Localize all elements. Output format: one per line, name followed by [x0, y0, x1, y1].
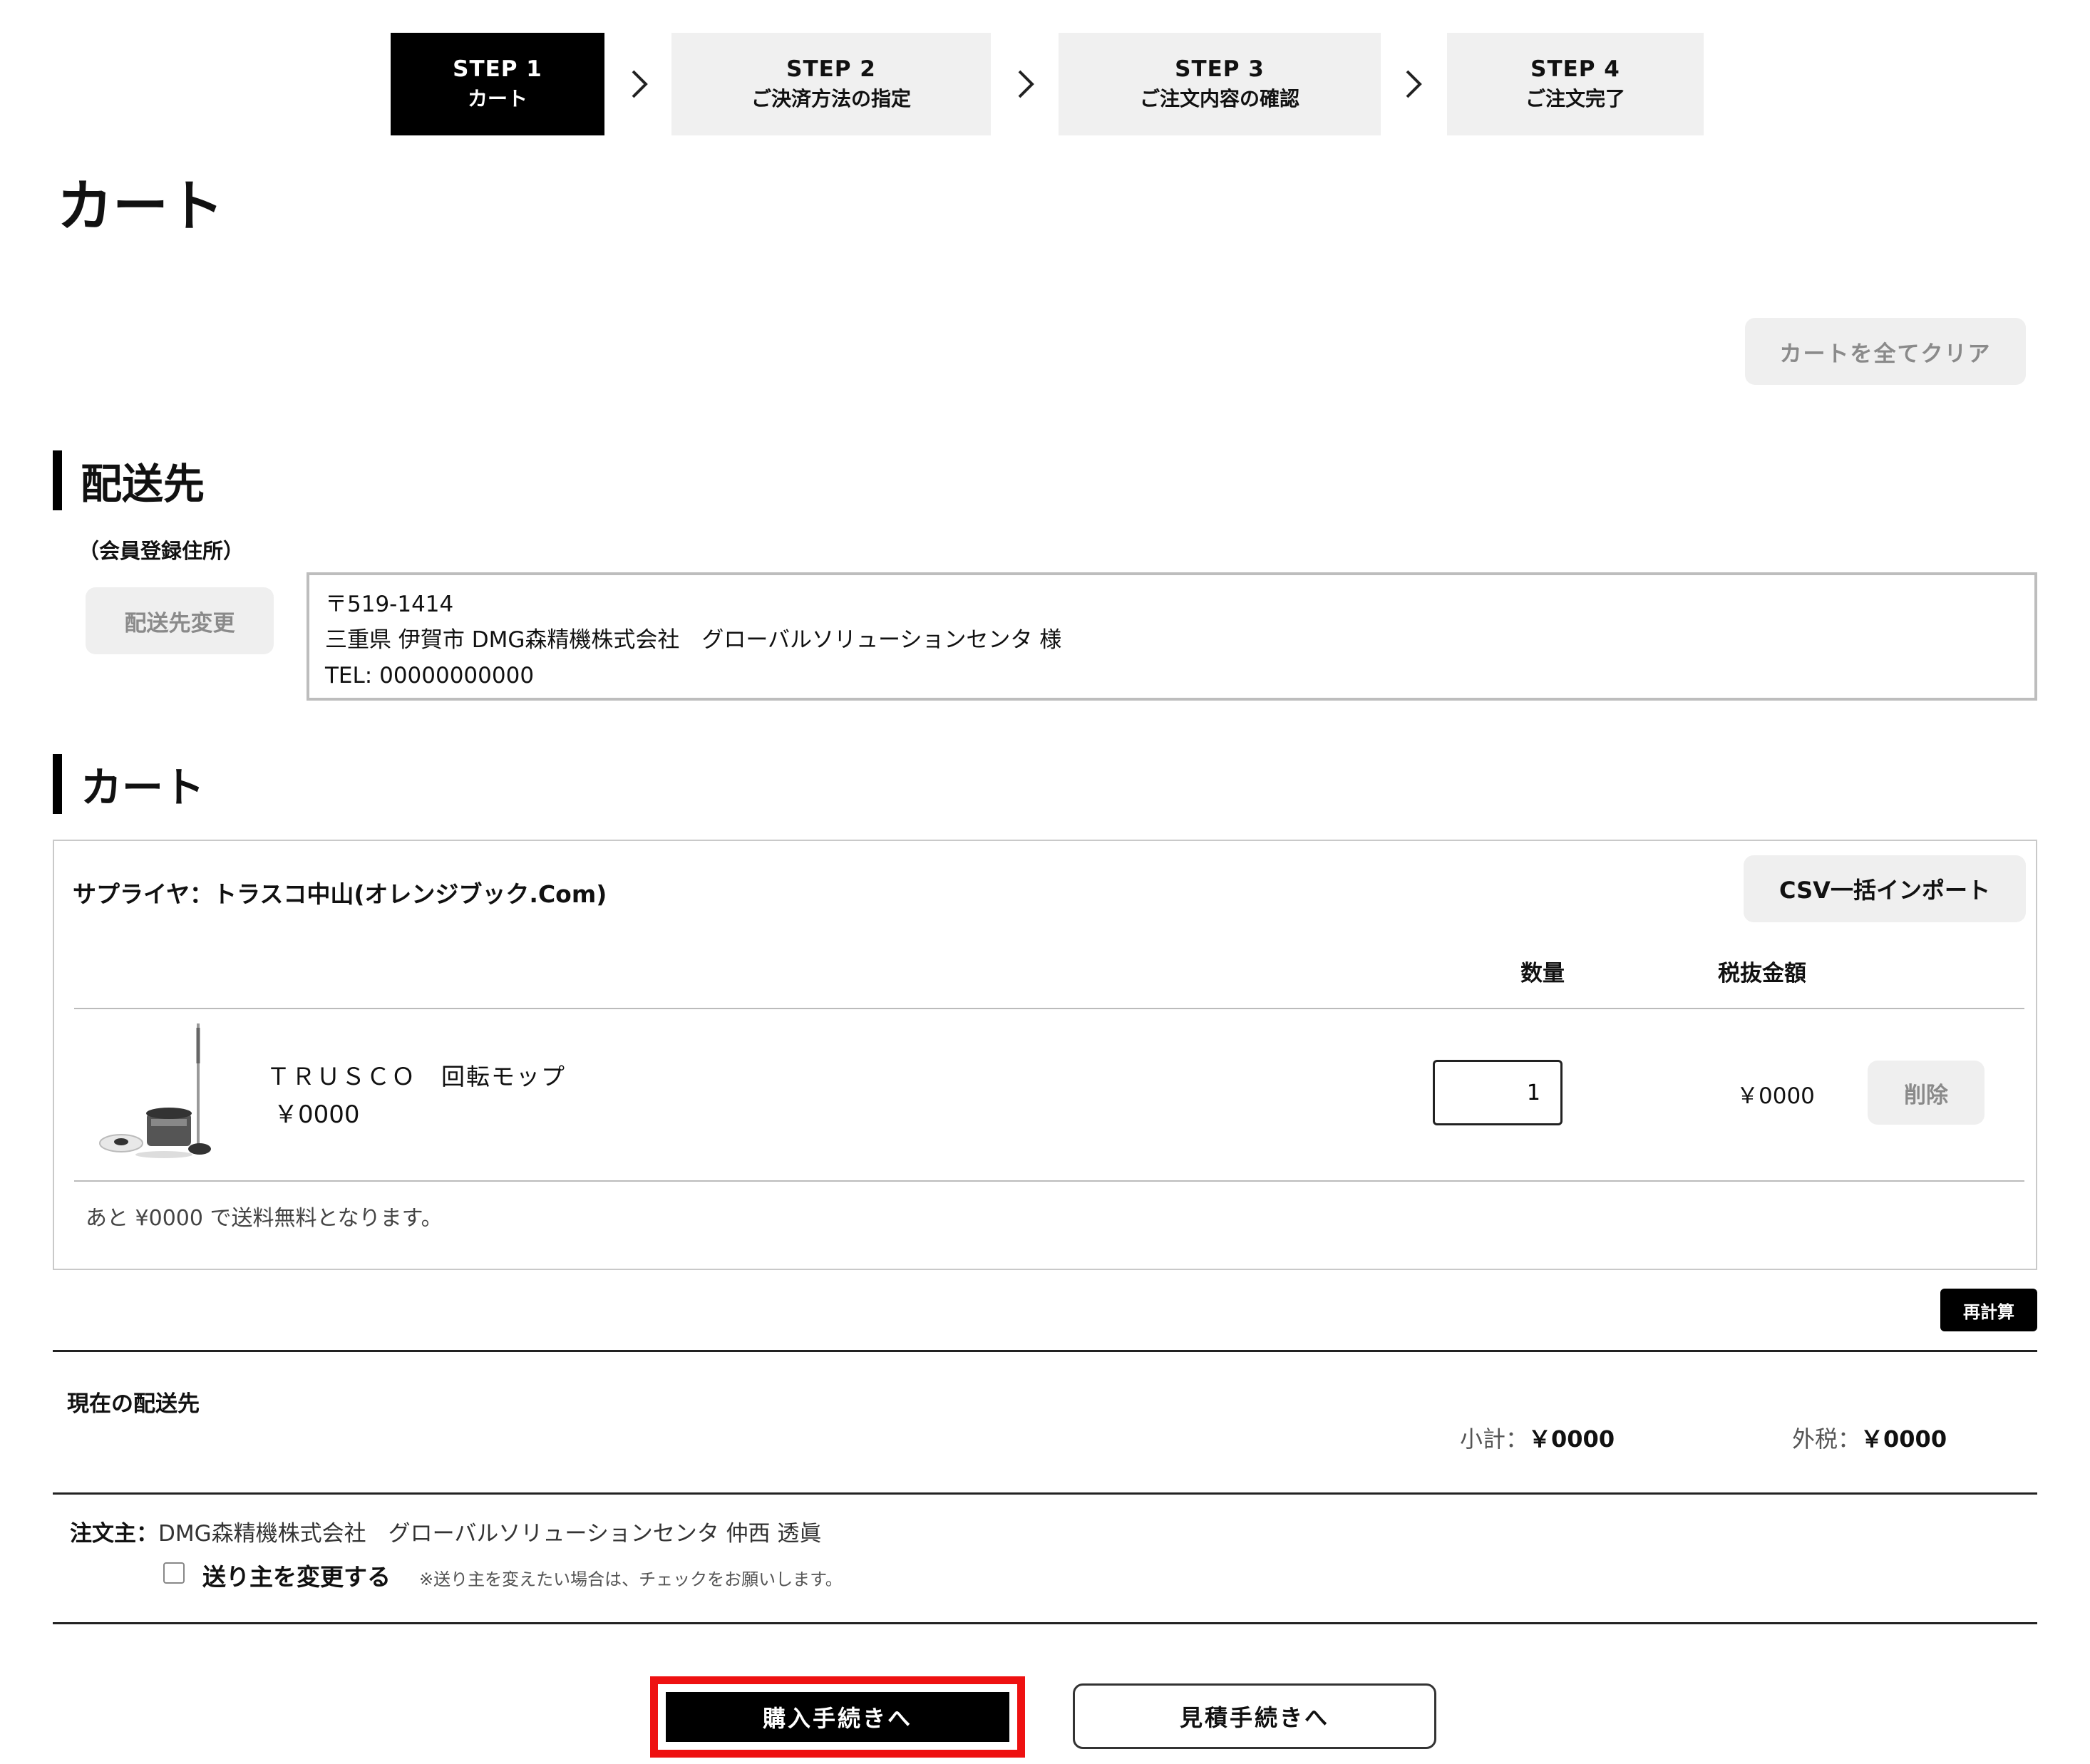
- step-3-label: STEP 3: [1175, 56, 1265, 82]
- delete-item-button[interactable]: 削除: [1868, 1061, 1985, 1125]
- step-2: STEP 2 ご決済方法の指定: [671, 33, 991, 135]
- current-shipping-label: 現在の配送先: [67, 1391, 200, 1417]
- orderer-label: 注文主：: [70, 1521, 158, 1547]
- summary-divider-bottom: [53, 1492, 2037, 1495]
- supplier-label: サプライヤ：トラスコ中山(オレンジブック.Com): [73, 880, 607, 908]
- shipping-section-title: 配送先: [81, 460, 205, 508]
- cart-header-divider: [74, 1008, 2024, 1009]
- line-total: ￥0000: [1736, 1083, 1815, 1109]
- page-title: カート: [57, 175, 225, 239]
- cart-row-divider: [74, 1180, 2024, 1182]
- section-bar: [53, 450, 62, 510]
- quote-button[interactable]: 見積手続きへ: [1073, 1683, 1436, 1749]
- product-name[interactable]: ＴＲＵＳＣＯ 回転モップ: [267, 1058, 566, 1092]
- csv-import-button[interactable]: CSV一括インポート: [1744, 855, 2026, 922]
- section-bar: [53, 754, 62, 814]
- clear-cart-button[interactable]: カートを全てクリア: [1745, 318, 2026, 385]
- step-2-label: STEP 2: [786, 56, 876, 82]
- chevron-right-icon: [632, 70, 648, 98]
- cart-section-title: カート: [81, 763, 205, 812]
- address-tel: TEL: 00000000000: [325, 663, 535, 688]
- shipping-section-header: 配送先: [53, 450, 205, 510]
- step-4-sub: ご注文完了: [1525, 87, 1625, 110]
- tax: 外税：￥0000: [1792, 1421, 1947, 1454]
- tax-label: 外税：: [1792, 1425, 1861, 1453]
- change-sender-checkbox[interactable]: [163, 1562, 185, 1584]
- change-sender-label[interactable]: 送り主を変更する: [202, 1558, 391, 1592]
- recalculate-button[interactable]: 再計算: [1940, 1289, 2037, 1331]
- address-postal: 〒519-1414: [325, 592, 454, 617]
- shipping-sub-label: （会員登録住所）: [78, 539, 244, 563]
- address-main: 三重県 伊賀市 DMG森精機株式会社 グローバルソリューションセンタ 様: [325, 627, 1062, 653]
- change-shipping-button[interactable]: 配送先変更: [86, 587, 274, 654]
- product-unit-price: ￥0000: [274, 1100, 360, 1129]
- subtotal-value: ￥0000: [1528, 1425, 1615, 1453]
- step-3: STEP 3 ご注文内容の確認: [1059, 33, 1381, 135]
- change-sender-note: ※送り主を変えたい場合は、チェックをお願いします。: [419, 1569, 843, 1589]
- col-header-price: 税抜金額: [1718, 961, 1806, 986]
- free-shipping-note: あと ¥0000 で送料無料となります。: [86, 1206, 443, 1231]
- shipping-address-box: 〒519-1414 三重県 伊賀市 DMG森精機株式会社 グローバルソリューショ…: [307, 572, 2037, 701]
- step-3-sub: ご注文内容の確認: [1139, 87, 1299, 110]
- step-4: STEP 4 ご注文完了: [1447, 33, 1704, 135]
- step-1: STEP 1 カート: [391, 33, 604, 135]
- step-1-label: STEP 1: [453, 56, 542, 82]
- quantity-input[interactable]: [1433, 1060, 1563, 1125]
- step-1-sub: カート: [467, 87, 527, 110]
- orderer: 注文主：DMG森精機株式会社 グローバルソリューションセンタ 仲西 透眞: [70, 1515, 821, 1547]
- subtotal-label: 小計：: [1460, 1425, 1529, 1453]
- chevron-right-icon: [1406, 70, 1422, 98]
- summary-divider-top: [53, 1350, 2037, 1352]
- tax-value: ￥0000: [1860, 1425, 1947, 1453]
- col-header-qty: 数量: [1520, 961, 1565, 986]
- subtotal: 小計：￥0000: [1460, 1421, 1615, 1454]
- product-image: [99, 1023, 211, 1158]
- step-4-label: STEP 4: [1530, 56, 1620, 82]
- purchase-button[interactable]: 購入手続きへ: [666, 1692, 1009, 1742]
- chevron-right-icon: [1018, 70, 1034, 98]
- step-2-sub: ご決済方法の指定: [751, 87, 911, 110]
- orderer-divider: [53, 1622, 2037, 1624]
- cart-section-header: カート: [53, 754, 205, 814]
- orderer-name: DMG森精機株式会社 グローバルソリューションセンタ 仲西 透眞: [158, 1521, 822, 1547]
